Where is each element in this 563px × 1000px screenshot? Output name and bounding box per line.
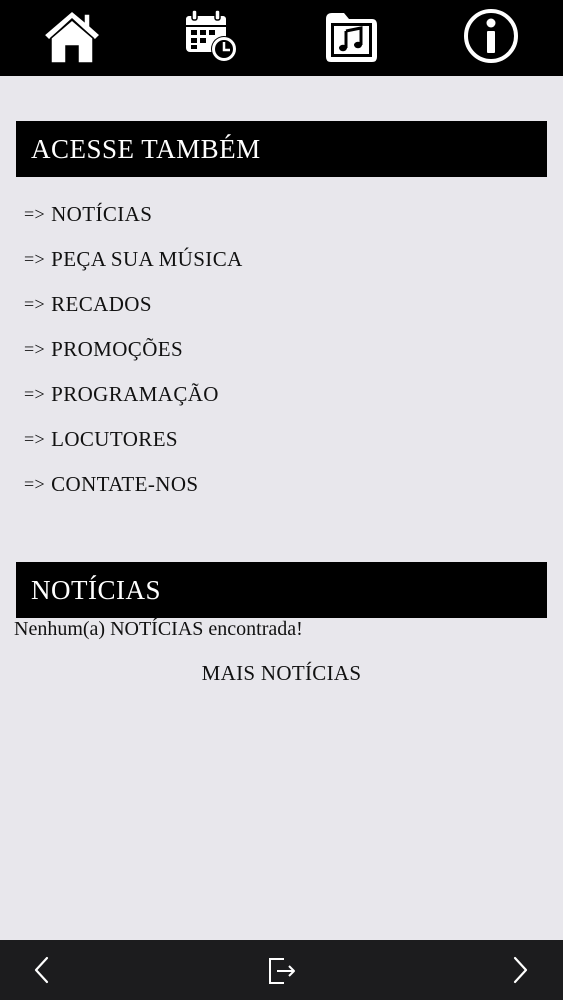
noticias-header: NOTÍCIAS	[16, 562, 547, 618]
link-label: PROMOÇÕES	[51, 337, 184, 361]
acesse-links-list: => NOTÍCIAS => PEÇA SUA MÚSICA => RECADO…	[24, 192, 243, 507]
link-label: PROGRAMAÇÃO	[51, 382, 219, 406]
link-contate-nos[interactable]: => CONTATE-NOS	[24, 462, 243, 507]
link-noticias[interactable]: => NOTÍCIAS	[24, 192, 243, 237]
acesse-tambem-title: ACESSE TAMBÉM	[31, 133, 261, 164]
noticias-empty-message: Nenhum(a) NOTÍCIAS encontrada!	[14, 618, 303, 640]
link-label: CONTATE-NOS	[51, 472, 199, 496]
link-label: PEÇA SUA MÚSICA	[51, 247, 243, 271]
chevron-left-icon[interactable]	[22, 950, 62, 990]
noticias-title: NOTÍCIAS	[31, 574, 161, 605]
link-arrow: =>	[24, 384, 46, 404]
link-arrow: =>	[24, 339, 46, 359]
top-nav-bar	[0, 0, 563, 76]
bottom-nav-bar	[0, 940, 563, 1000]
link-arrow: =>	[24, 429, 46, 449]
link-locutores[interactable]: => LOCUTORES	[24, 417, 243, 462]
home-icon[interactable]	[42, 6, 102, 66]
link-arrow: =>	[24, 294, 46, 314]
link-arrow: =>	[24, 204, 46, 224]
link-label: RECADOS	[51, 292, 152, 316]
mais-noticias-link[interactable]: MAIS NOTÍCIAS	[0, 661, 563, 686]
calendar-clock-icon[interactable]	[181, 6, 241, 66]
link-label: LOCUTORES	[51, 427, 179, 451]
chevron-right-icon[interactable]	[500, 950, 540, 990]
info-icon[interactable]	[461, 6, 521, 66]
link-promocoes[interactable]: => PROMOÇÕES	[24, 327, 243, 372]
music-folder-icon[interactable]	[321, 6, 381, 66]
share-exit-icon[interactable]	[261, 950, 301, 990]
acesse-tambem-header: ACESSE TAMBÉM	[16, 121, 547, 177]
link-arrow: =>	[24, 474, 46, 494]
link-arrow: =>	[24, 249, 46, 269]
link-label: NOTÍCIAS	[51, 202, 153, 226]
link-peca-sua-musica[interactable]: => PEÇA SUA MÚSICA	[24, 237, 243, 282]
link-recados[interactable]: => RECADOS	[24, 282, 243, 327]
link-programacao[interactable]: => PROGRAMAÇÃO	[24, 372, 243, 417]
